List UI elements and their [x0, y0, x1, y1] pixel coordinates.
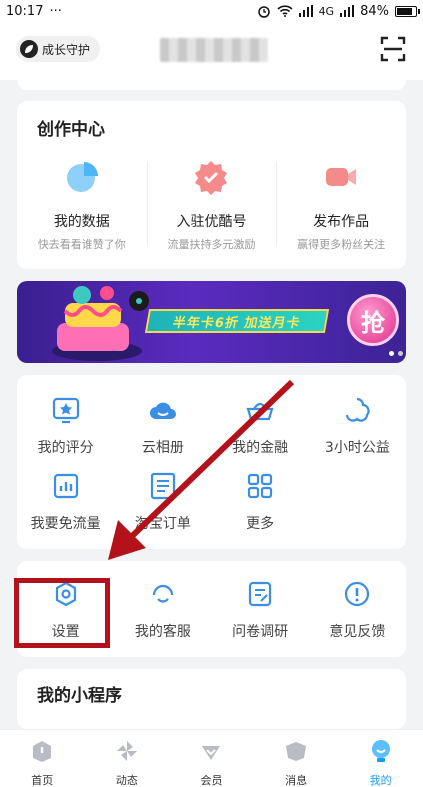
profile-icon: [371, 740, 390, 762]
cake-illustration: [52, 286, 149, 361]
promo-text: 半年卡6折 加送月卡: [144, 309, 330, 333]
creation-center-card: 创作中心 我的数据 快去看看谁赞了你 入驻优酷号 流量扶持多元激励 发布作品 赢: [17, 101, 406, 269]
star-rating-icon: [52, 397, 79, 424]
my-data-sub: 快去看看谁赞了你: [37, 238, 126, 251]
wifi-icon: [277, 5, 293, 17]
status-time: 10:17: [6, 3, 44, 19]
signal-icon: [298, 5, 313, 17]
publish-work-entry[interactable]: 发布作品 赢得更多粉丝关注: [276, 155, 406, 252]
nav-dynamic[interactable]: 动态: [85, 730, 170, 787]
my-data-entry[interactable]: 我的数据 快去看看谁赞了你: [17, 155, 147, 252]
growth-guard-label: 成长守护: [42, 42, 91, 57]
survey-entry[interactable]: 问卷调研: [212, 579, 309, 655]
highlight-box: [14, 578, 110, 648]
feedback-label: 意见反馈: [329, 624, 386, 640]
my-finance-entry[interactable]: 我的金融: [212, 395, 309, 471]
feedback-icon: [345, 581, 370, 607]
vip-diamond-icon: [202, 746, 221, 760]
username-blurred: [160, 38, 268, 62]
charity-icon: [346, 397, 370, 422]
customer-service-icon: [152, 584, 173, 603]
bottom-nav: 首页 动态 会员 消息 我的: [0, 729, 423, 787]
youku-account-label: 入驻优酷号: [176, 214, 247, 230]
alarm-icon: [257, 6, 270, 18]
free-data-entry[interactable]: 我要免流量: [17, 471, 114, 547]
nav-home[interactable]: 首页: [0, 730, 85, 787]
battery-percent: 84%: [360, 3, 389, 19]
nav-messages-label: 消息: [285, 774, 308, 787]
my-data-label: 我的数据: [53, 214, 110, 230]
customer-service-label: 我的客服: [134, 624, 191, 640]
message-icon: [286, 742, 307, 761]
scan-icon[interactable]: [378, 34, 408, 64]
status-bar: 10:17 ··· 4G 84%: [0, 0, 423, 22]
nav-profile-label: 我的: [369, 774, 392, 787]
feedback-entry[interactable]: 意见反馈: [309, 579, 406, 655]
nav-messages[interactable]: 消息: [254, 730, 339, 787]
cloud-album-entry[interactable]: 云相册: [114, 395, 211, 471]
nav-dynamic-label: 动态: [115, 774, 138, 787]
gold-ingot-icon: [246, 402, 274, 421]
my-rating-label: 我的评分: [37, 440, 94, 456]
data-chart-icon: [53, 473, 78, 499]
my-finance-label: 我的金融: [232, 440, 289, 456]
cloud-album-label: 云相册: [141, 440, 184, 456]
youku-account-entry[interactable]: 入驻优酷号 流量扶持多元激励: [146, 155, 277, 252]
mini-programs-card: 我的小程序: [17, 669, 406, 729]
free-data-label: 我要免流量: [30, 516, 101, 532]
taobao-order-label: 淘宝订单: [134, 516, 191, 532]
taobao-order-icon: [150, 472, 175, 500]
cloud-icon: [149, 402, 176, 419]
taobao-order-entry[interactable]: 淘宝订单: [114, 471, 211, 547]
nav-home-label: 首页: [31, 774, 54, 787]
charity-entry[interactable]: 3小时公益: [309, 395, 406, 471]
nav-profile[interactable]: 我的: [338, 730, 423, 787]
home-icon: [33, 741, 52, 762]
pie-chart-icon: [66, 162, 98, 192]
survey-label: 问卷调研: [232, 624, 289, 640]
youku-account-sub: 流量扶持多元激励: [167, 238, 256, 251]
nav-vip[interactable]: 会员: [169, 730, 254, 787]
nav-vip-label: 会员: [200, 774, 223, 787]
network-type: 4G: [318, 4, 335, 18]
profile-card-bottom: [17, 70, 406, 90]
banner-pagination: [389, 351, 406, 356]
battery-icon: [395, 5, 420, 17]
grid-more-icon: [248, 473, 273, 499]
more-label: 更多: [246, 516, 275, 532]
status-dots: ···: [49, 3, 62, 19]
mini-programs-title: 我的小程序: [37, 686, 122, 706]
pinwheel-icon: [116, 741, 137, 761]
leaf-icon: [20, 40, 38, 58]
services-card: 我的评分 云相册 我的金融 3小时公益 我要免流量 淘宝订单 更多: [17, 375, 406, 549]
growth-guard-button[interactable]: 成长守护: [16, 36, 101, 62]
publish-work-sub: 赢得更多粉丝关注: [297, 238, 386, 251]
customer-service-entry[interactable]: 我的客服: [114, 579, 211, 655]
creation-center-title: 创作中心: [37, 120, 105, 140]
signal-icon: [340, 5, 355, 17]
charity-label: 3小时公益: [324, 440, 390, 456]
promo-banner[interactable]: 半年卡6折 加送月卡 抢: [17, 281, 406, 363]
survey-icon: [249, 581, 272, 607]
publish-work-label: 发布作品: [313, 214, 370, 230]
more-entry[interactable]: 更多: [212, 471, 309, 547]
my-rating-entry[interactable]: 我的评分: [17, 395, 114, 471]
video-camera-icon: [326, 168, 357, 186]
badge-check-icon: [195, 161, 228, 195]
grab-button[interactable]: 抢: [347, 294, 399, 346]
